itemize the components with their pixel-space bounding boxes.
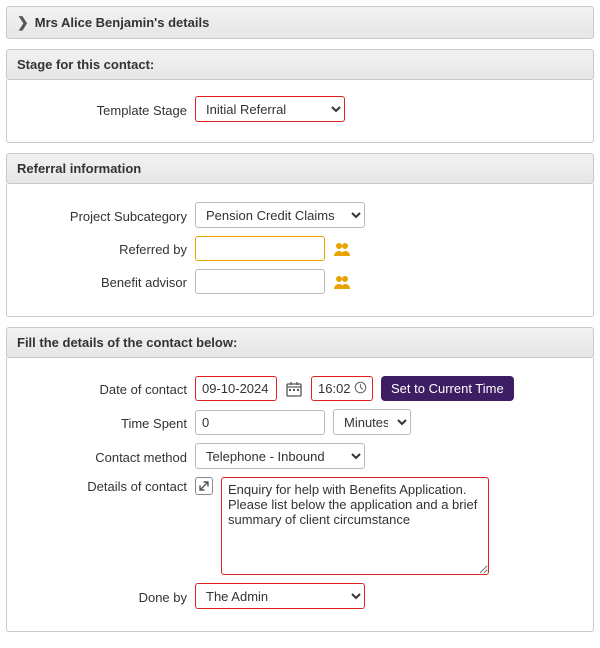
benefit-advisor-label: Benefit advisor [17,273,187,290]
referred-by-label: Referred by [17,240,187,257]
people-picker-icon[interactable] [333,241,351,257]
set-current-time-button[interactable]: Set to Current Time [381,376,514,401]
template-stage-label: Template Stage [17,101,187,118]
done-by-select[interactable]: The Admin [195,583,365,609]
expand-icon[interactable] [195,477,213,495]
details-panel-title: Mrs Alice Benjamin's details [35,15,210,30]
stage-panel-title: Stage for this contact: [17,57,154,72]
referral-panel-title: Referral information [17,161,141,176]
stage-panel-header: Stage for this contact: [6,49,594,80]
time-unit-select[interactable]: Minutes [333,409,411,435]
people-picker-icon[interactable] [333,274,351,290]
time-spent-label: Time Spent [17,414,187,431]
contact-panel-header: Fill the details of the contact below: [6,327,594,358]
details-of-contact-textarea[interactable]: Enquiry for help with Benefits Applicati… [221,477,489,575]
time-of-contact-input[interactable] [311,376,373,401]
time-spent-input[interactable] [195,410,325,435]
date-of-contact-label: Date of contact [17,380,187,397]
contact-method-label: Contact method [17,448,187,465]
contact-panel-title: Fill the details of the contact below: [17,335,237,350]
template-stage-select[interactable]: Initial Referral [195,96,345,122]
details-panel-header[interactable]: ❯ Mrs Alice Benjamin's details [6,6,594,39]
date-of-contact-input[interactable] [195,376,277,401]
done-by-label: Done by [17,588,187,605]
benefit-advisor-input[interactable] [195,269,325,294]
calendar-icon[interactable] [285,381,303,397]
details-of-contact-label: Details of contact [17,477,187,494]
referral-panel-header: Referral information [6,153,594,184]
project-subcategory-label: Project Subcategory [17,207,187,224]
contact-method-select[interactable]: Telephone - Inbound [195,443,365,469]
referred-by-input[interactable] [195,236,325,261]
project-subcategory-select[interactable]: Pension Credit Claims [195,202,365,228]
chevron-right-icon: ❯ [17,14,29,31]
